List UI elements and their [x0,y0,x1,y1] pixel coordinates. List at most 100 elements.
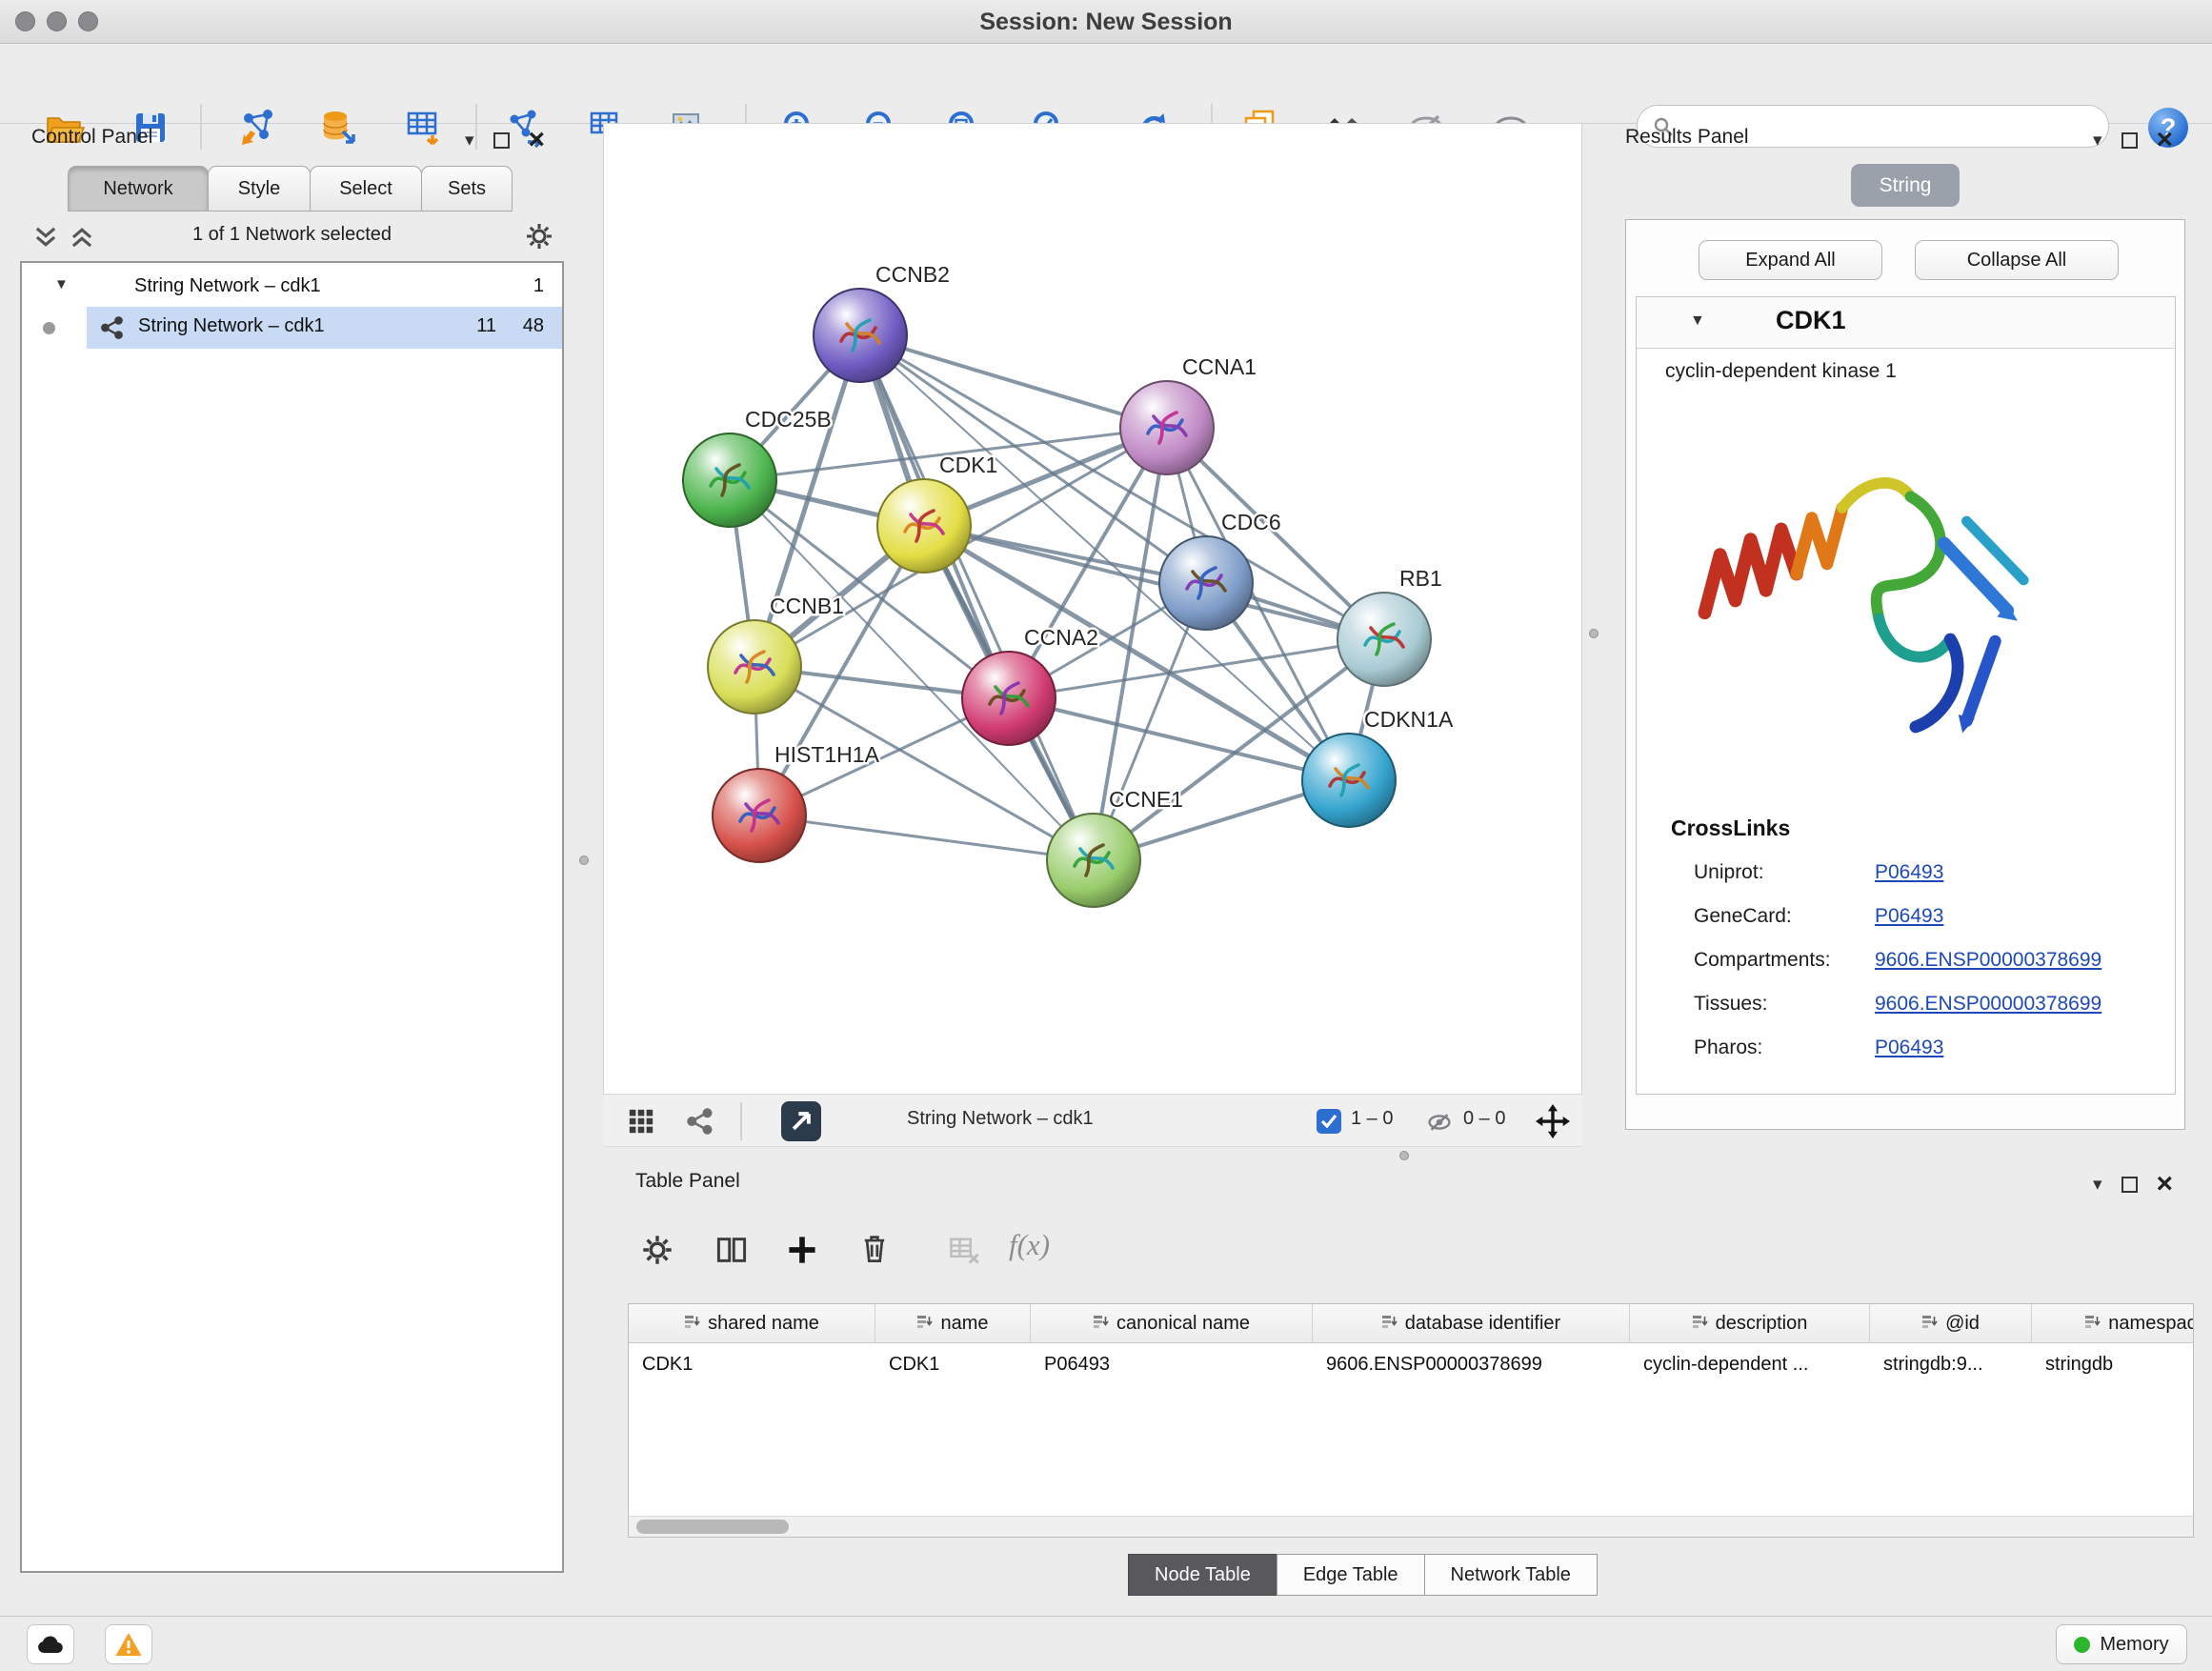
show-columns-icon[interactable] [715,1234,748,1266]
node-label-CCNE1: CCNE1 [1109,787,1183,812]
network-view-icon[interactable] [686,1107,714,1136]
tab-edge-table[interactable]: Edge Table [1277,1554,1425,1596]
network-node-CDK1[interactable] [877,479,971,573]
table-row[interactable]: CDK1CDK1P064939606.ENSP00000378699cyclin… [629,1343,2193,1385]
tree-item-label: String Network – cdk1 [134,275,321,297]
add-column-icon[interactable] [786,1234,818,1266]
node-label-CDK1: CDK1 [939,453,997,477]
app-window: Session: New Session [0,0,2212,1671]
table-cell[interactable]: stringdb [2032,1343,2194,1385]
network-node-CCNE1[interactable] [1047,814,1140,907]
network-canvas[interactable]: CCNB2CCNA1CDC25BCDK1CDC6RB1CCNB1CCNA2CDK… [604,124,1581,1094]
crosslink-row: Compartments:9606.ENSP00000378699 [1637,939,2175,983]
network-node-RB1[interactable] [1337,593,1431,686]
import-table-button[interactable] [397,103,449,152]
sort-icon [2084,1313,2101,1335]
network-node-CCNB2[interactable] [814,289,907,382]
panel-menu-icon[interactable]: ▾ [465,131,474,150]
node-count: 11 [451,315,496,337]
crosslink-label: Uniprot: [1694,861,1764,884]
tab-network-table[interactable]: Network Table [1424,1554,1598,1596]
grid-view-icon[interactable] [627,1107,655,1136]
tab-sets[interactable]: Sets [421,166,513,211]
crosslink-value-link[interactable]: P06493 [1875,1037,1943,1059]
pan-crosshair-icon[interactable] [1536,1104,1570,1138]
tab-node-table[interactable]: Node Table [1128,1554,1277,1596]
panel-float-icon[interactable] [2122,1177,2138,1193]
vertical-splitter-handle[interactable] [579,856,589,865]
table-cell[interactable]: P06493 [1031,1343,1313,1385]
toolbar-separator [200,104,202,150]
tab-style[interactable]: Style [208,166,311,211]
selected-checkbox-icon[interactable] [1317,1109,1341,1134]
sort-icon [1093,1313,1109,1335]
tab-network[interactable]: Network [68,166,209,211]
results-panel-title: Results Panel [1625,126,1749,149]
horizontal-splitter-handle[interactable] [1399,1151,1409,1160]
control-panel-title: Control Panel [31,126,152,149]
cloud-button[interactable] [27,1624,74,1664]
delete-column-trash-icon[interactable] [858,1232,891,1264]
import-network-file-button[interactable] [231,103,283,152]
network-node-CCNA1[interactable] [1120,381,1214,474]
table-cell[interactable]: CDK1 [875,1343,1031,1385]
table-cell[interactable]: stringdb:9... [1870,1343,2032,1385]
gear-icon[interactable] [525,222,553,251]
column-header-canonical-name[interactable]: canonical name [1031,1304,1313,1342]
open-in-window-button[interactable] [781,1101,821,1141]
tab-select[interactable]: Select [310,166,422,211]
hidden-eye-icon[interactable] [1425,1108,1454,1137]
protein-structure-image [1682,419,2063,786]
vertical-splitter-handle[interactable] [1589,629,1599,638]
import-network-database-button[interactable] [312,103,364,152]
column-header--id[interactable]: @id [1870,1304,2032,1342]
sort-icon [1692,1313,1708,1335]
tree-row-network[interactable]: String Network – cdk1 11 48 [22,307,562,349]
table-cell[interactable]: cyclin-dependent ... [1630,1343,1870,1385]
memory-status-icon [2074,1637,2090,1653]
column-header-shared-name[interactable]: shared name [629,1304,875,1342]
column-header-database-identifier[interactable]: database identifier [1313,1304,1630,1342]
column-header-description[interactable]: description [1630,1304,1870,1342]
crosslink-label: Tissues: [1694,993,1767,1016]
panel-menu-icon[interactable]: ▾ [2093,1176,2102,1194]
tree-row-collection[interactable]: ▼ String Network – cdk1 1 [22,269,562,307]
network-node-CCNA2[interactable] [962,652,1056,745]
panel-float-icon[interactable] [493,132,510,149]
table-h-scrollbar-track[interactable] [629,1516,2193,1537]
panel-menu-icon[interactable]: ▾ [2093,131,2102,150]
column-header-namespace[interactable]: namespace [2032,1304,2194,1342]
panel-close-icon[interactable]: × [529,130,546,151]
crosslink-row: Tissues: 9606.ENSP00000378699 [1637,983,2175,1027]
network-node-CDKN1A[interactable] [1302,734,1396,827]
panel-close-icon[interactable]: × [2157,1174,2174,1195]
function-builder-button[interactable]: f(x) [1009,1228,1050,1262]
crosslink-value-link[interactable]: 9606.ENSP00000378699 [1875,949,2101,972]
crosslink-value-link[interactable]: P06493 [1875,861,1943,884]
table-header-row: shared namenamecanonical namedatabase id… [629,1304,2193,1343]
disclosure-triangle-icon[interactable]: ▼ [54,276,69,292]
disclosure-triangle-icon[interactable]: ▼ [1690,312,1705,330]
gene-section-header[interactable]: ▼ CDK1 [1637,297,2175,349]
network-node-CCNB1[interactable] [708,620,801,714]
panel-close-icon[interactable]: × [2157,130,2174,151]
warnings-button[interactable] [105,1624,152,1664]
memory-button[interactable]: Memory [2056,1624,2187,1664]
table-cell[interactable]: 9606.ENSP00000378699 [1313,1343,1630,1385]
network-node-CDC6[interactable] [1159,536,1253,630]
network-graph[interactable]: CCNB2CCNA1CDC25BCDK1CDC6RB1CCNB1CCNA2CDK… [604,124,1581,1094]
panel-float-icon[interactable] [2122,132,2138,149]
table-cell[interactable]: CDK1 [629,1343,875,1385]
tab-string[interactable]: String [1851,164,1960,207]
network-node-CDC25B[interactable] [683,433,776,527]
crosslink-value-link[interactable]: P06493 [1875,905,1943,928]
table-mode-gear-icon[interactable] [641,1234,674,1266]
table-h-scrollbar-thumb[interactable] [636,1520,789,1534]
control-panel-controls: ▾ × [465,127,545,153]
collapse-all-button[interactable]: Collapse All [1915,240,2119,280]
crosslink-value-link[interactable]: 9606.ENSP00000378699 [1875,993,2101,1016]
column-header-name[interactable]: name [875,1304,1031,1342]
network-node-HIST1H1A[interactable] [713,769,806,862]
expand-all-button[interactable]: Expand All [1699,240,1882,280]
node-label-CCNB1: CCNB1 [770,594,844,618]
